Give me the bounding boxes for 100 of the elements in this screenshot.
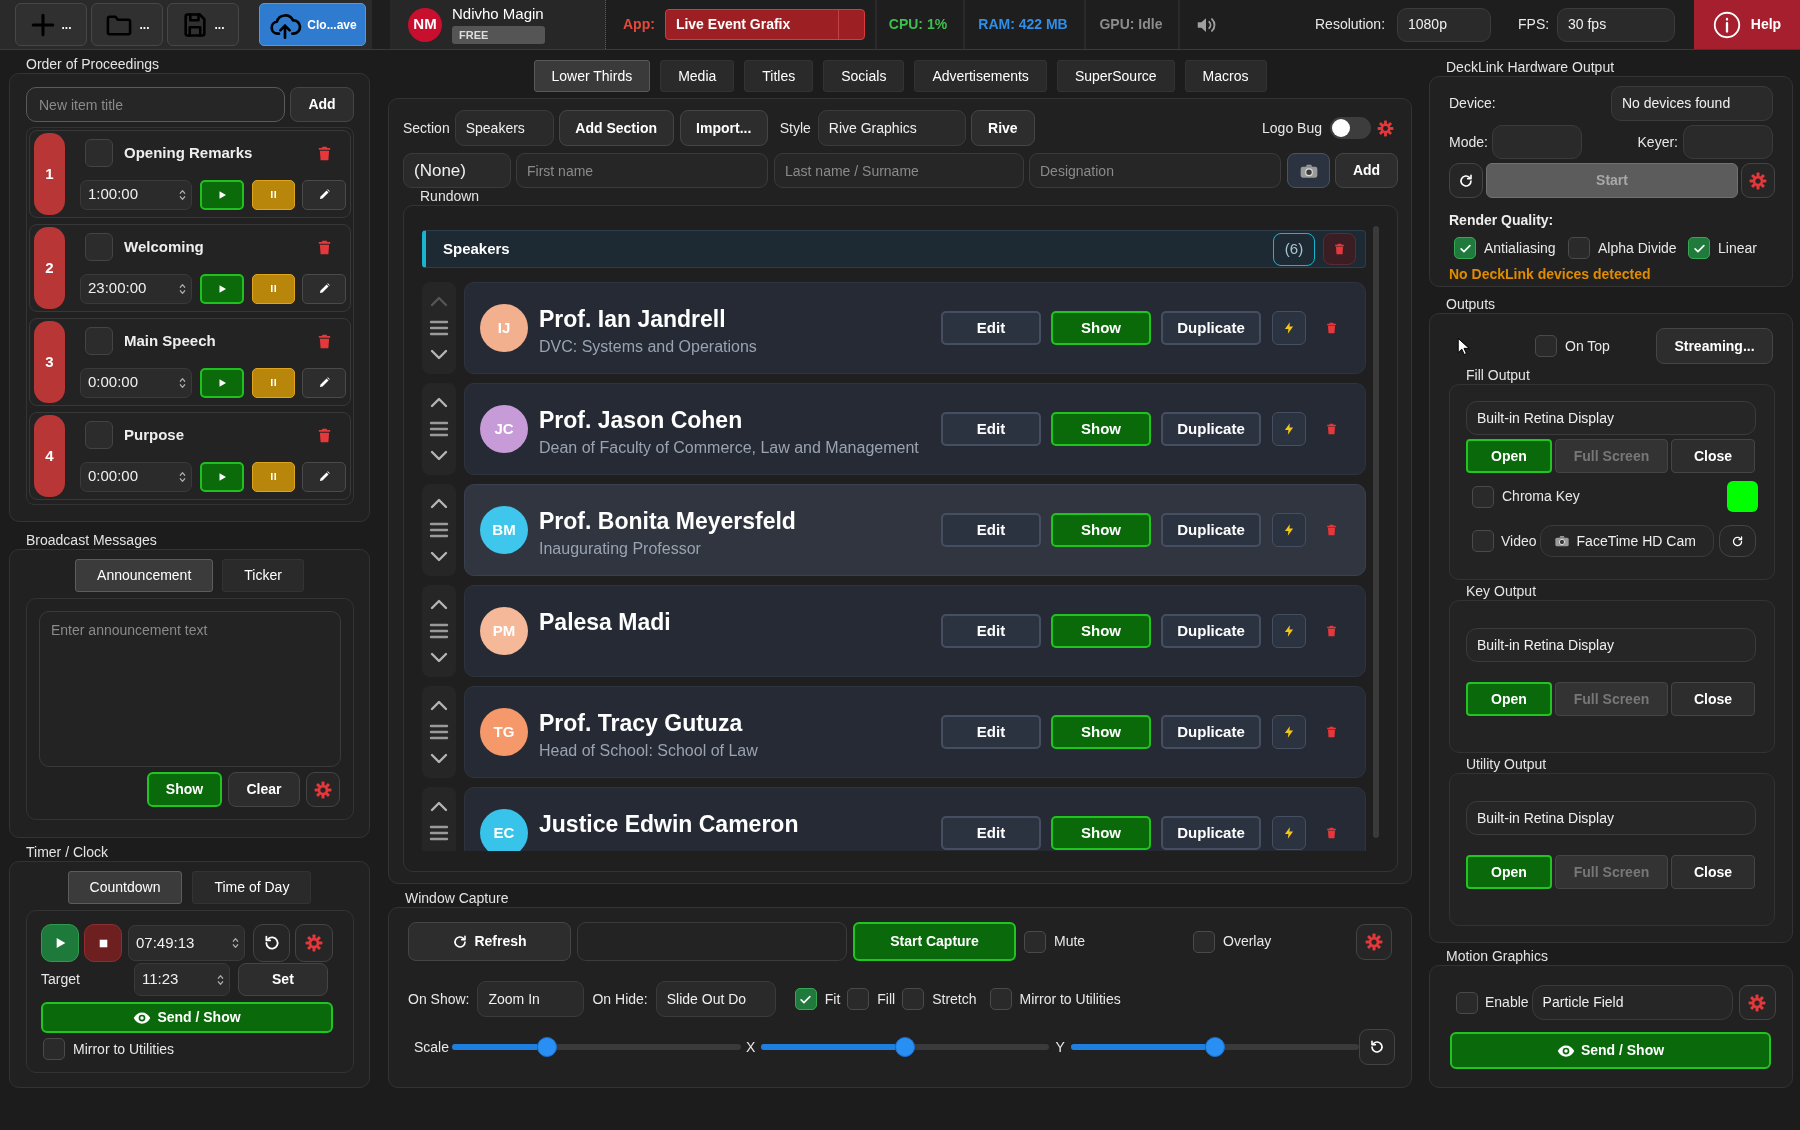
- pause-button[interactable]: [252, 273, 295, 304]
- open-button[interactable]: Open: [1466, 439, 1552, 473]
- trigger-button[interactable]: [1272, 412, 1306, 446]
- drag-handle-icon[interactable]: [429, 622, 449, 640]
- checkbox[interactable]: [1456, 991, 1478, 1014]
- open-button[interactable]: ...: [91, 3, 163, 46]
- drag-handle-icon[interactable]: [429, 420, 449, 438]
- checkbox[interactable]: [902, 988, 925, 1010]
- device-select[interactable]: No devices found: [1611, 86, 1773, 121]
- reset-button[interactable]: [1358, 1029, 1395, 1065]
- designation-field[interactable]: Designation: [1029, 153, 1281, 188]
- cloud-save-button[interactable]: Clo...ave: [259, 3, 366, 46]
- resolution-select[interactable]: 1080p: [1397, 7, 1491, 42]
- play-button[interactable]: [41, 924, 79, 962]
- drag-handle-icon[interactable]: [429, 521, 449, 539]
- duplicate-button[interactable]: Duplicate: [1161, 311, 1261, 345]
- edit-button[interactable]: Edit: [941, 715, 1041, 749]
- trash-icon[interactable]: [1325, 421, 1338, 437]
- new-item-field[interactable]: New item title: [26, 87, 285, 122]
- show-button[interactable]: Show: [1051, 614, 1151, 648]
- play-button[interactable]: [200, 179, 244, 210]
- on-hide-select[interactable]: Slide Out Do: [655, 981, 776, 1017]
- refresh-button[interactable]: [1449, 163, 1483, 198]
- chevron-down-icon[interactable]: [429, 550, 449, 564]
- add-section-button[interactable]: Add Section: [558, 110, 674, 146]
- edit-button[interactable]: Edit: [941, 412, 1041, 446]
- checkbox[interactable]: [85, 139, 113, 167]
- send-show-button[interactable]: Send / Show: [41, 1002, 333, 1033]
- reset-button[interactable]: [253, 924, 290, 962]
- last-name-field[interactable]: Last name / Surname: [774, 153, 1024, 188]
- trigger-button[interactable]: [1272, 715, 1306, 749]
- chevron-up-icon[interactable]: [429, 799, 449, 813]
- tab[interactable]: Lower Thirds: [533, 60, 651, 92]
- import-button[interactable]: Import...: [679, 110, 768, 146]
- gear-icon[interactable]: [1377, 119, 1394, 137]
- toggle-switch[interactable]: [1330, 117, 1371, 139]
- tab[interactable]: Media: [660, 60, 735, 92]
- chevron-down-icon[interactable]: [429, 348, 449, 362]
- camera-button[interactable]: [1287, 153, 1330, 188]
- chevron-up-icon[interactable]: [429, 597, 449, 611]
- stop-button[interactable]: [84, 924, 122, 962]
- show-button[interactable]: Show: [1051, 412, 1151, 446]
- new-button[interactable]: ...: [15, 3, 87, 46]
- tab[interactable]: SuperSource: [1056, 60, 1175, 92]
- time-field[interactable]: 07:49:13: [128, 925, 245, 961]
- checkbox[interactable]: [794, 988, 817, 1010]
- edit-button[interactable]: Edit: [941, 513, 1041, 547]
- play-button[interactable]: [200, 273, 244, 304]
- pause-button[interactable]: [252, 461, 295, 492]
- clear-button[interactable]: Clear: [228, 772, 300, 807]
- time-field[interactable]: 0:00:00: [80, 367, 192, 398]
- edit-button[interactable]: Edit: [941, 311, 1041, 345]
- show-button[interactable]: Show: [1051, 715, 1151, 749]
- close-button[interactable]: Close: [1671, 855, 1755, 889]
- pause-button[interactable]: [252, 179, 295, 210]
- duplicate-button[interactable]: Duplicate: [1161, 715, 1261, 749]
- chevron-down-icon[interactable]: [429, 752, 449, 766]
- help-button[interactable]: Help: [1694, 0, 1800, 49]
- open-button[interactable]: Open: [1466, 682, 1552, 716]
- fps-select[interactable]: 30 fps: [1557, 7, 1675, 42]
- app-dropdown[interactable]: Live Event Grafix: [664, 9, 865, 40]
- video-source-select[interactable]: FaceTime HD Cam: [1539, 525, 1714, 557]
- chevron-down-icon[interactable]: [429, 651, 449, 665]
- slider-thumb[interactable]: [895, 1037, 916, 1057]
- checkbox[interactable]: [1472, 485, 1494, 508]
- checkbox[interactable]: [1024, 930, 1046, 953]
- slider-thumb[interactable]: [537, 1037, 558, 1057]
- duplicate-button[interactable]: Duplicate: [1161, 513, 1261, 547]
- style-select[interactable]: Rive Graphics: [817, 110, 966, 146]
- count-button[interactable]: (6): [1273, 232, 1315, 266]
- checkbox[interactable]: [1472, 530, 1494, 552]
- tab[interactable]: Macros: [1184, 60, 1267, 92]
- trigger-button[interactable]: [1272, 311, 1306, 345]
- refresh-button[interactable]: [1718, 525, 1756, 557]
- trash-icon[interactable]: [1325, 522, 1338, 538]
- trash-icon[interactable]: [1325, 623, 1338, 639]
- show-button[interactable]: Show: [1051, 816, 1151, 850]
- on-show-select[interactable]: Zoom In: [477, 981, 585, 1017]
- settings-button[interactable]: [306, 772, 340, 807]
- show-button[interactable]: Show: [1051, 513, 1151, 547]
- time-field[interactable]: 1:00:00: [80, 179, 192, 210]
- trash-icon[interactable]: [1325, 825, 1338, 841]
- trash-icon[interactable]: [1325, 724, 1338, 740]
- tab[interactable]: Countdown: [67, 871, 183, 904]
- slider-thumb[interactable]: [1204, 1037, 1225, 1057]
- checkbox[interactable]: [989, 988, 1012, 1010]
- checkbox[interactable]: [85, 421, 113, 449]
- edit-button[interactable]: [302, 367, 346, 398]
- preset-select[interactable]: Particle Field: [1531, 985, 1733, 1020]
- duplicate-button[interactable]: Duplicate: [1161, 412, 1261, 446]
- display-select[interactable]: Built-in Retina Display: [1466, 401, 1756, 435]
- pause-button[interactable]: [252, 367, 295, 398]
- duplicate-button[interactable]: Duplicate: [1161, 816, 1261, 850]
- settings-button[interactable]: [1356, 923, 1392, 960]
- add-button[interactable]: Add: [1335, 153, 1398, 188]
- duplicate-button[interactable]: Duplicate: [1161, 614, 1261, 648]
- checkbox[interactable]: [1193, 930, 1215, 953]
- drag-handle-icon[interactable]: [429, 723, 449, 741]
- close-button[interactable]: Close: [1671, 682, 1755, 716]
- tab[interactable]: Ticker: [222, 559, 304, 592]
